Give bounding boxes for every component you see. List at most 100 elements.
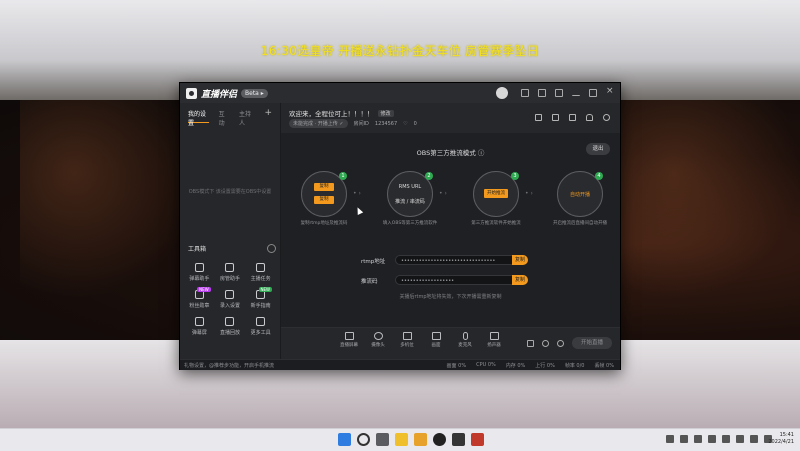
- status-metric: 帧率 0/0: [564, 363, 585, 369]
- gear-icon[interactable]: [557, 339, 564, 347]
- volume-icon[interactable]: [750, 435, 758, 443]
- category-pill[interactable]: 未能完成 · 开播上传 ✓: [289, 119, 348, 128]
- toolbox-more-icon[interactable]: [267, 244, 276, 253]
- tab-host[interactable]: 主持人: [239, 109, 254, 127]
- microphone-tool[interactable]: 麦克风: [455, 332, 475, 348]
- tool-danmu[interactable]: 弹幕助手: [184, 263, 215, 282]
- screen-share-tool[interactable]: 直播屏幕: [339, 332, 359, 348]
- maximize-icon[interactable]: [589, 89, 597, 97]
- copy-rtmp-button[interactable]: 复制: [512, 255, 528, 265]
- tool-label: 主播任务: [250, 276, 271, 282]
- settings-icon[interactable]: [555, 89, 563, 97]
- file-explorer-icon[interactable]: [395, 433, 408, 446]
- share-icon[interactable]: [603, 114, 610, 121]
- left-empty-message: OBS模式下 该设置需要在OBS中设置: [188, 189, 272, 195]
- screen-share-icon: [344, 332, 354, 340]
- picture-tool[interactable]: 画面: [426, 332, 446, 348]
- list-icon[interactable]: [569, 114, 576, 121]
- tray-icon[interactable]: [708, 435, 716, 443]
- live-companion-taskbar-icon[interactable]: [433, 433, 446, 446]
- taskbar-clock[interactable]: 15:41 2022/4/21: [768, 432, 794, 446]
- shop-icon[interactable]: [552, 114, 559, 121]
- app-logo: 直播伴侣 Beta ▸: [186, 87, 268, 100]
- room-meta: 未能完成 · 开播上传 ✓ 房间ID 1234567 ♡ 0: [289, 119, 417, 128]
- step-label: 复制rtmp地址及推流码: [300, 221, 348, 226]
- bottom-tool-label: 直播屏幕: [340, 343, 358, 348]
- ember-glow: [620, 100, 800, 340]
- tool-manager[interactable]: 房管助手: [215, 263, 246, 282]
- camera-icon: [373, 332, 383, 340]
- more-tools-icon: [256, 317, 266, 326]
- step-text: RMS URL: [398, 184, 422, 190]
- step-1: 1 复制 复制 复制rtmp地址及推流码: [301, 171, 347, 226]
- record-icon[interactable]: [527, 339, 534, 347]
- status-metric: CPU 0%: [476, 362, 496, 368]
- step-label: 填入OBS等第三方推流软件: [382, 221, 438, 226]
- close-icon[interactable]: ×: [606, 86, 614, 97]
- preview-icon[interactable]: [542, 339, 549, 347]
- tool-record[interactable]: 录入设置: [215, 290, 246, 309]
- multi-camera-icon: [402, 332, 412, 340]
- add-icon[interactable]: +: [264, 109, 272, 123]
- step-4: 4 自动开播 开启推流后直播间自动开播: [553, 171, 607, 226]
- tab-my-settings[interactable]: 我的设置: [188, 109, 209, 127]
- speaker-icon: [489, 332, 499, 340]
- step-arrow-icon: • ›: [439, 190, 447, 197]
- camera-tool[interactable]: 摄像头: [368, 332, 388, 348]
- push-stream-steps: 1 复制 复制 复制rtmp地址及推流码 • › 2 RMS URL 推流 / …: [301, 171, 607, 241]
- tool-replay[interactable]: 直播回放: [215, 317, 246, 336]
- tab-interaction[interactable]: 互动: [219, 109, 229, 127]
- layout-icon[interactable]: [538, 89, 546, 97]
- user-avatar[interactable]: [496, 87, 508, 99]
- minimize-icon[interactable]: [572, 91, 580, 96]
- step-arrow-icon: • ›: [353, 190, 361, 197]
- edit-title-button[interactable]: 修改: [377, 109, 394, 117]
- start-icon[interactable]: [338, 433, 351, 446]
- wifi-icon[interactable]: [736, 435, 744, 443]
- speaker-tool[interactable]: 扬声器: [484, 332, 504, 348]
- step-text: 自动开播: [569, 192, 590, 198]
- obs-icon[interactable]: [452, 433, 465, 446]
- step-number: 3: [511, 172, 519, 180]
- hint-text: 关播后rtmp地址将失效，下次开播需重新复制: [399, 294, 502, 300]
- tool-screen[interactable]: 弹幕屏: [184, 317, 215, 336]
- new-badge: NEW: [197, 287, 211, 292]
- stream-key-label: 推流码: [361, 279, 378, 285]
- stream-key-field[interactable]: ••••••••••••••••••: [395, 275, 527, 285]
- app-icon[interactable]: [414, 433, 427, 446]
- tool-guide[interactable]: NEW 新手指南: [245, 287, 276, 309]
- tool-task[interactable]: 主播任务: [245, 263, 276, 282]
- task-view-icon[interactable]: [376, 433, 389, 446]
- tool-more[interactable]: 更多工具: [245, 317, 276, 336]
- tray-icon[interactable]: [722, 435, 730, 443]
- rtmp-row: rtmp地址 •••••••••••••••••••••••••••••••• …: [361, 255, 561, 266]
- system-tray: [666, 435, 772, 443]
- danmu-icon: [194, 263, 204, 272]
- multi-camera-tool[interactable]: 多机位: [397, 332, 417, 348]
- like-icon: ♡: [403, 120, 408, 127]
- gift-icon[interactable]: [535, 114, 542, 121]
- search-icon[interactable]: [357, 433, 370, 446]
- room-title: 欢迎来，全程位可上！！！！ 修改: [289, 108, 394, 118]
- app-icon[interactable]: [471, 433, 484, 446]
- tool-label: 录入设置: [219, 303, 240, 309]
- tray-icon[interactable]: [694, 435, 702, 443]
- room-id: 1234567: [374, 120, 398, 127]
- copy-stream-key-button[interactable]: 复制: [512, 275, 528, 285]
- download-icon: [225, 290, 235, 299]
- microphone-icon: [462, 332, 468, 340]
- tray-icon[interactable]: [680, 435, 688, 443]
- tool-medal[interactable]: NEW 粉丝勋章: [184, 287, 215, 309]
- step-number: 4: [595, 172, 603, 180]
- logo-icon: [186, 88, 197, 99]
- tool-label: 粉丝勋章: [189, 303, 210, 309]
- message-icon[interactable]: [521, 89, 529, 97]
- start-live-button[interactable]: 开始直播: [572, 337, 612, 349]
- rtmp-field[interactable]: ••••••••••••••••••••••••••••••••: [395, 255, 527, 265]
- version-pill[interactable]: Beta ▸: [241, 89, 268, 98]
- bell-icon[interactable]: [586, 114, 593, 121]
- exit-mode-button[interactable]: 退出: [586, 143, 610, 155]
- tray-icon[interactable]: [666, 435, 674, 443]
- toolbox-title: 工具箱: [188, 246, 207, 253]
- status-metric: 画面 0%: [446, 363, 467, 369]
